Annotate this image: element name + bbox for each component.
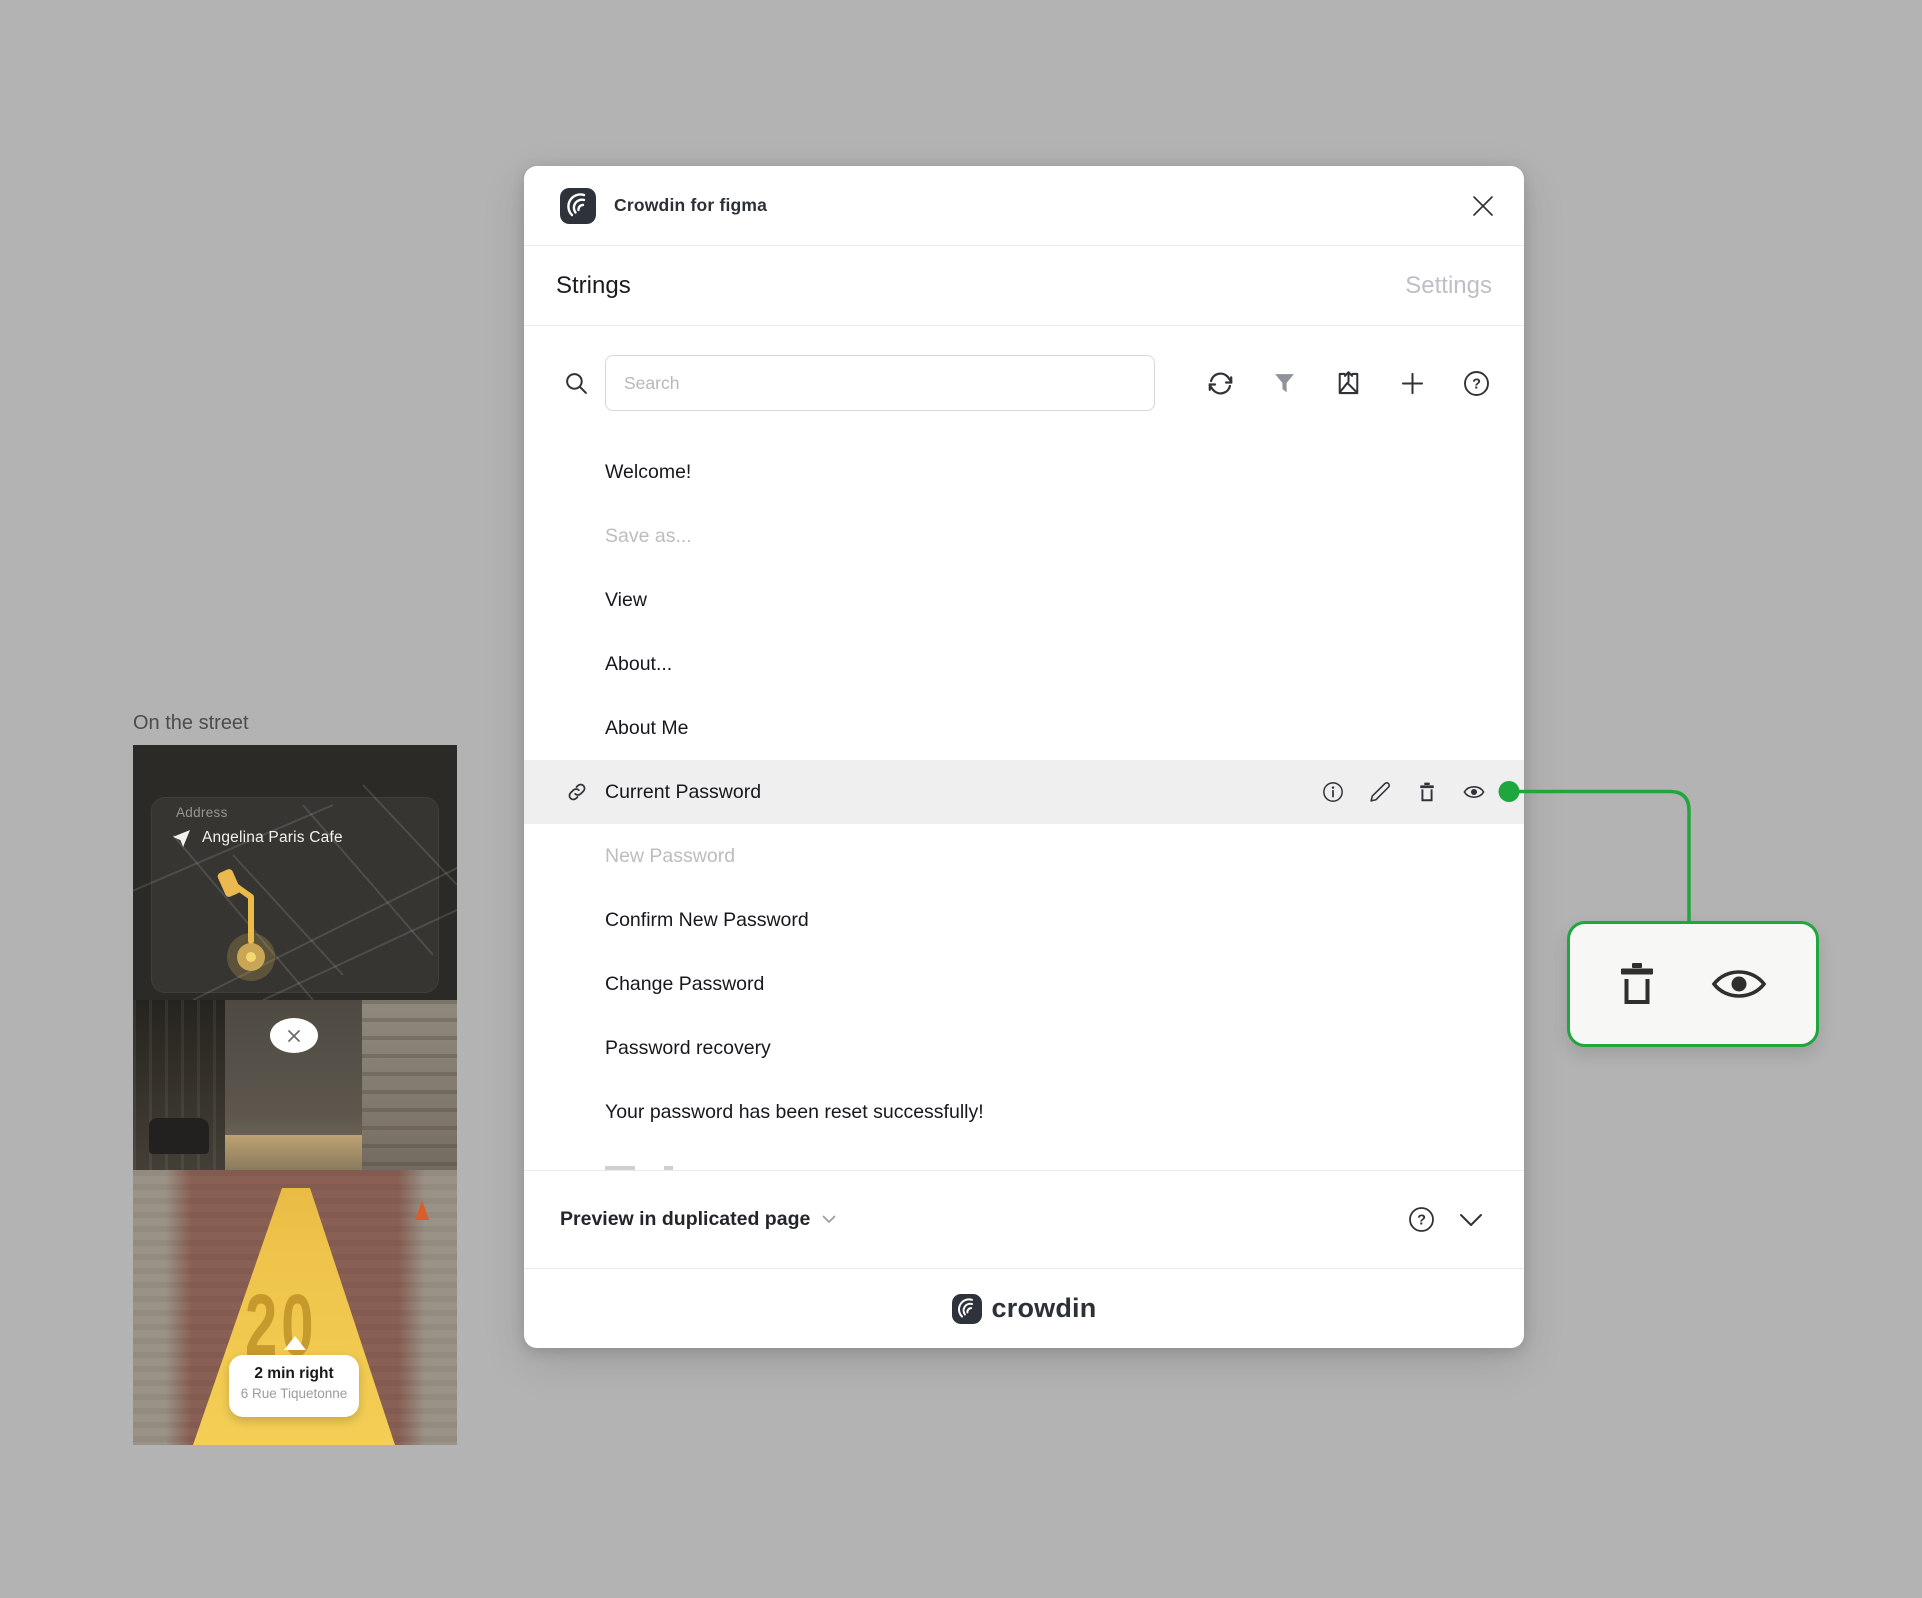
direction-primary: 2 min right <box>254 1365 334 1382</box>
list-item-clipped <box>524 1144 1524 1170</box>
plugin-title: Crowdin for figma <box>614 195 768 215</box>
export-image-button[interactable] <box>1335 370 1362 397</box>
tab-settings[interactable]: Settings <box>1405 272 1492 300</box>
frame-title[interactable]: On the street <box>133 712 249 735</box>
plus-icon <box>1401 372 1424 394</box>
street-ar-frame[interactable]: Address Angelina Paris Cafe 20 2 min rig… <box>133 745 457 1445</box>
pencil-icon <box>1370 782 1391 802</box>
list-item[interactable]: Welcome! <box>524 440 1524 504</box>
string-delete-button[interactable] <box>1416 781 1438 803</box>
crowdin-plugin-window: Crowdin for figma Strings Settings Searc… <box>524 166 1524 1348</box>
collapse-panel-button[interactable] <box>1457 1206 1484 1233</box>
eye-icon <box>1711 970 1767 998</box>
tooltip-delete-button[interactable] <box>1619 963 1655 1005</box>
address-value: Angelina Paris Cafe <box>202 829 343 846</box>
direction-card: 2 min right 6 Rue Tiquetonne <box>229 1355 359 1417</box>
list-item[interactable]: Change Password <box>524 952 1524 1016</box>
row-actions <box>1322 760 1485 824</box>
string-info-button[interactable] <box>1322 781 1344 803</box>
plugin-tabs: Strings Settings <box>524 246 1524 326</box>
question-circle-icon: ? <box>1409 1207 1434 1232</box>
traffic-cone <box>415 1200 429 1220</box>
crowdin-logo-icon <box>951 1293 982 1324</box>
svg-text:?: ? <box>1472 376 1481 392</box>
close-icon <box>1473 196 1493 216</box>
strings-toolbar: ? <box>524 326 1524 440</box>
sync-button[interactable] <box>1207 370 1234 397</box>
preview-dropdown-button[interactable] <box>822 1215 836 1224</box>
preview-bar: Preview in duplicated page ? <box>524 1171 1524 1268</box>
search-icon <box>566 372 587 394</box>
trash-icon <box>1420 782 1434 802</box>
address-card <box>151 797 439 993</box>
info-icon <box>1323 782 1343 802</box>
building-lights <box>225 1135 362 1170</box>
list-item[interactable]: View <box>524 568 1524 632</box>
actions-tooltip <box>1567 921 1819 1047</box>
list-item[interactable]: Confirm New Password <box>524 888 1524 952</box>
svg-text:?: ? <box>1417 1213 1426 1229</box>
link-icon <box>568 783 586 801</box>
tooltip-preview-button[interactable] <box>1711 965 1767 1003</box>
tab-strings[interactable]: Strings <box>556 272 631 300</box>
navigation-arrow-icon <box>173 829 190 847</box>
preview-help-button[interactable]: ? <box>1408 1206 1435 1233</box>
crowdin-logo-icon <box>560 187 596 224</box>
image-upload-icon <box>1338 370 1359 394</box>
chevron-down-icon <box>1459 1213 1482 1226</box>
question-circle-icon: ? <box>1464 370 1489 396</box>
address-label: Address <box>176 805 228 820</box>
preview-label[interactable]: Preview in duplicated page <box>560 1208 810 1231</box>
direction-secondary: 6 Rue Tiquetonne <box>240 1386 348 1401</box>
minimap-overlay: Address Angelina Paris Cafe <box>133 745 457 1000</box>
list-item[interactable]: New Password <box>524 824 1524 888</box>
list-item[interactable]: Password recovery <box>524 1016 1524 1080</box>
eye-icon <box>1463 786 1485 798</box>
chevron-down-icon <box>822 1215 836 1223</box>
strings-list: Welcome! Save as... View About... About … <box>524 440 1524 1170</box>
street-photo: 20 2 min right 6 Rue Tiquetonne <box>133 1000 457 1445</box>
add-string-button[interactable] <box>1399 370 1426 397</box>
string-preview-button[interactable] <box>1463 781 1485 803</box>
ar-close-button <box>270 1018 318 1053</box>
string-edit-button[interactable] <box>1369 781 1391 803</box>
list-item[interactable]: Your password has been reset successfull… <box>524 1080 1524 1144</box>
list-item[interactable]: About... <box>524 632 1524 696</box>
parked-car <box>149 1118 209 1154</box>
direction-arrow <box>284 1336 306 1350</box>
sync-icon <box>1208 372 1233 394</box>
help-button[interactable]: ? <box>1463 370 1490 397</box>
crowdin-wordmark: crowdin <box>991 1293 1097 1323</box>
list-item[interactable]: About Me <box>524 696 1524 760</box>
close-icon <box>288 1029 300 1042</box>
close-plugin-button[interactable] <box>1468 191 1498 221</box>
filter-button[interactable] <box>1271 370 1298 397</box>
search-input[interactable] <box>605 355 1155 411</box>
plugin-footer: crowdin <box>524 1269 1524 1348</box>
list-item-selected[interactable]: Current Password <box>524 760 1524 824</box>
plugin-header: Crowdin for figma <box>524 166 1524 246</box>
trash-icon <box>1621 963 1653 1004</box>
list-item[interactable]: Save as... <box>524 504 1524 568</box>
filter-icon <box>1275 373 1294 392</box>
